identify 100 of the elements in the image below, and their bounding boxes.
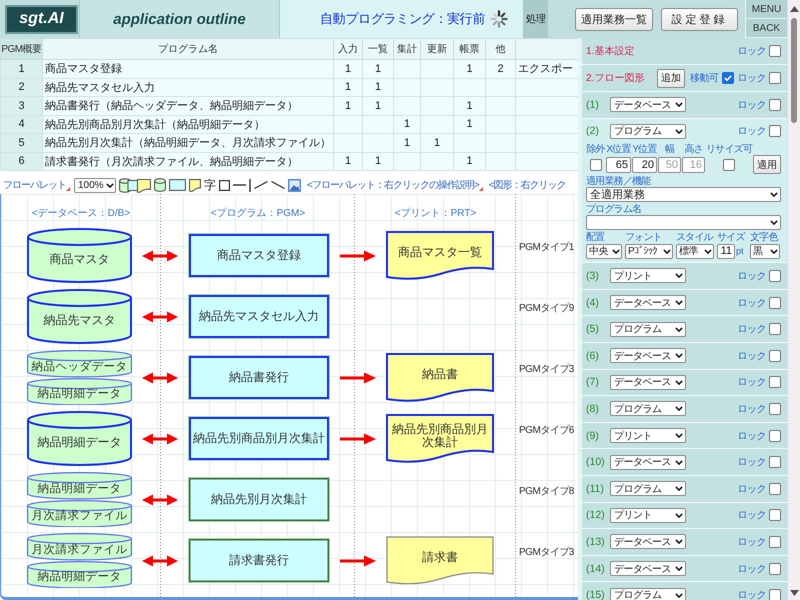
shape-type-select[interactable]: プリント (610, 268, 686, 284)
lock-link[interactable]: ロック (738, 428, 766, 443)
move-label[interactable]: 移動可 (690, 71, 718, 85)
shape-type-select[interactable]: データベース (610, 295, 686, 310)
lock-checkbox[interactable] (769, 536, 781, 548)
lock-link[interactable]: ロック (738, 588, 766, 600)
shape-type-select[interactable]: プリント (610, 428, 686, 444)
table-cell: 納品書発行（納品ヘッダデータ、納品明細データ） (42, 96, 334, 115)
cylinder-icon[interactable] (154, 178, 166, 192)
column-header: 更新 (420, 38, 454, 60)
rectangle-icon[interactable] (169, 179, 186, 191)
lock-link[interactable]: ロック (738, 296, 766, 310)
zoom-select[interactable]: 100% (74, 178, 116, 192)
field-label: 除外 (586, 144, 605, 156)
format-select[interactable]: 中央 (586, 244, 622, 259)
table-cell: 1 (454, 96, 486, 115)
lock-checkbox[interactable] (769, 350, 781, 362)
vertical-line-icon[interactable] (249, 178, 251, 192)
lock-link[interactable]: ロック (738, 44, 766, 58)
app-title: application outline (113, 10, 246, 28)
image-icon[interactable] (288, 178, 301, 192)
business-list-button[interactable]: 適用業務一覧 (575, 8, 653, 30)
document-icon[interactable] (189, 178, 201, 192)
text-tool[interactable]: 字 (204, 179, 216, 191)
lock-link[interactable]: ロック (738, 375, 766, 390)
shape-type-select[interactable]: データベース (610, 534, 686, 550)
lock-link[interactable]: ロック (738, 71, 766, 85)
shape-type-select[interactable]: データベース (610, 97, 686, 112)
lock-link[interactable]: ロック (738, 482, 766, 496)
lock-checkbox[interactable] (769, 509, 781, 522)
format-select[interactable]: 標準 (676, 244, 714, 259)
apply-button[interactable]: 適用 (753, 155, 781, 174)
lock-checkbox[interactable] (769, 402, 781, 415)
field-label: X位置 (606, 144, 631, 156)
number-input[interactable]: 65 (606, 156, 631, 173)
lock-link[interactable]: ロック (738, 98, 766, 112)
number-input[interactable]: 20 (632, 156, 657, 173)
help-link[interactable]: <フローパレット：右クリックの操作説明> (307, 178, 479, 192)
back-diagonal-line-icon[interactable] (271, 181, 285, 189)
square-icon[interactable] (219, 180, 230, 190)
lock-checkbox[interactable] (769, 562, 781, 575)
shape-type-select[interactable]: プログラム (610, 322, 686, 337)
shape-type-select[interactable]: プログラム (610, 588, 686, 600)
diagonal-line-icon[interactable] (254, 181, 268, 189)
lock-checkbox[interactable] (769, 72, 781, 84)
process-tab[interactable]: 処理 (524, 0, 548, 38)
option-checkbox[interactable] (590, 158, 602, 171)
lock-link[interactable]: ロック (738, 402, 766, 416)
shape-type-select[interactable]: データベース (610, 348, 686, 364)
format-select[interactable]: 黒 (750, 244, 780, 259)
lock-link[interactable]: ロック (738, 455, 766, 470)
shape-type-select[interactable]: プログラム (610, 124, 686, 139)
lock-checkbox[interactable] (769, 589, 781, 600)
chevron-down-icon (675, 273, 683, 278)
lock-checkbox[interactable] (769, 125, 781, 138)
lock-checkbox[interactable] (769, 376, 781, 388)
right-arrow (340, 372, 376, 384)
menu-button[interactable]: MENU (745, 0, 787, 19)
help-link[interactable]: <図形：右クリック (488, 178, 566, 192)
lock-checkbox[interactable] (769, 270, 781, 282)
option-checkbox[interactable] (723, 158, 735, 171)
lock-checkbox[interactable] (769, 296, 781, 309)
shape-type-select[interactable]: データベース (610, 374, 686, 390)
scroll-up-icon[interactable] (790, 6, 798, 12)
lock-link[interactable]: ロック (738, 508, 766, 522)
table-cell: 1 (362, 78, 394, 96)
shape-set-icon[interactable] (119, 178, 151, 192)
double-headed-arrow (142, 554, 178, 566)
shape-type-select[interactable]: プリント (610, 508, 686, 523)
register-settings-button[interactable]: 設定登録 (661, 8, 738, 30)
scroll-down-icon[interactable] (790, 590, 798, 596)
business-select[interactable]: 全適用業務 (586, 187, 781, 202)
horizontal-line-icon[interactable] (233, 184, 246, 186)
lock-checkbox[interactable] (769, 482, 781, 495)
program-name-select[interactable] (586, 215, 781, 230)
number-input[interactable]: 11 (717, 244, 735, 259)
chevron-down-icon (770, 192, 778, 198)
shape-type-select[interactable]: プログラム (610, 401, 686, 416)
shape-type-select[interactable]: データベース (610, 454, 686, 470)
back-button[interactable]: BACK (745, 19, 787, 38)
lock-link[interactable]: ロック (738, 124, 766, 138)
table-cell: 1 (454, 60, 486, 78)
lock-link[interactable]: ロック (738, 562, 766, 576)
lock-link[interactable]: ロック (738, 322, 766, 336)
lock-checkbox[interactable] (769, 456, 781, 468)
database-node: 納品明細データ (27, 378, 132, 405)
format-select[interactable]: Pｺﾞｼｯｸ (625, 244, 673, 259)
add-button[interactable]: 追加 (657, 68, 685, 88)
lock-checkbox[interactable] (769, 323, 781, 336)
lock-link[interactable]: ロック (738, 268, 766, 283)
lock-checkbox[interactable] (769, 430, 781, 442)
shape-type-select[interactable]: データベース (610, 561, 686, 576)
lock-link[interactable]: ロック (738, 534, 766, 549)
lock-checkbox[interactable] (769, 45, 781, 57)
lock-checkbox[interactable] (769, 98, 781, 111)
move-checkbox[interactable] (722, 72, 734, 84)
lock-link[interactable]: ロック (738, 348, 766, 363)
scrollbar-thumb[interactable] (791, 18, 797, 123)
section-title: 1.基本設定 (586, 44, 634, 58)
shape-type-select[interactable]: プログラム (610, 481, 686, 496)
